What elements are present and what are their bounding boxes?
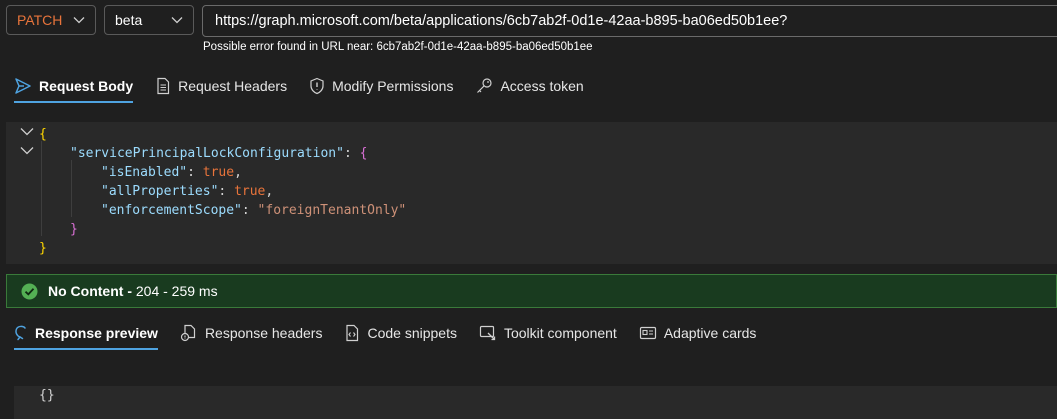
version-value: beta bbox=[115, 12, 143, 28]
url-text: https://graph.microsoft.com/beta/applica… bbox=[215, 13, 788, 29]
code-token: "isEnabled" bbox=[101, 165, 188, 180]
code-token: : bbox=[241, 203, 258, 218]
code-token: : bbox=[187, 165, 203, 180]
tab-label: Request Body bbox=[39, 78, 134, 94]
code-token: "allProperties" bbox=[101, 184, 219, 199]
tab-label: Access token bbox=[500, 78, 584, 94]
indent-guide bbox=[71, 160, 72, 217]
code-line: "isEnabled": true, bbox=[101, 163, 242, 182]
preview-icon bbox=[15, 325, 26, 341]
tab-label: Modify Permissions bbox=[332, 78, 454, 94]
method-value: PATCH bbox=[17, 12, 63, 28]
tab-adaptive-cards[interactable]: Adaptive cards bbox=[631, 313, 765, 353]
code-token: } bbox=[39, 241, 47, 256]
code-icon bbox=[346, 324, 359, 342]
success-check-icon bbox=[21, 283, 38, 300]
code-token: , bbox=[234, 165, 242, 180]
fold-chevron-icon[interactable] bbox=[20, 146, 34, 155]
card-icon bbox=[639, 326, 656, 340]
headers-icon bbox=[180, 324, 196, 342]
send-icon bbox=[15, 78, 31, 94]
tab-response-headers[interactable]: Response headers bbox=[172, 313, 331, 353]
status-detail: 204 - 259 ms bbox=[135, 283, 218, 299]
toolkit-icon bbox=[479, 325, 496, 341]
chevron-down-icon bbox=[73, 16, 85, 24]
tab-label: Request Headers bbox=[178, 78, 288, 94]
tab-label: Response preview bbox=[35, 325, 158, 341]
code-line: } bbox=[70, 220, 78, 239]
chevron-down-icon bbox=[171, 16, 183, 24]
shield-icon bbox=[310, 77, 324, 95]
code-token: : bbox=[343, 146, 360, 161]
tab-label: Toolkit component bbox=[503, 325, 617, 341]
code-line: { bbox=[39, 125, 47, 144]
tab-label: Adaptive cards bbox=[663, 325, 757, 341]
code-token: "foreignTenantOnly" bbox=[257, 203, 407, 218]
request-body-editor[interactable]: {"servicePrincipalLockConfiguration": {"… bbox=[6, 122, 1057, 264]
code-token: { bbox=[39, 127, 47, 142]
url-error-message: Possible error found in URL near: 6cb7ab… bbox=[203, 41, 593, 53]
code-token: "servicePrincipalLockConfiguration" bbox=[70, 146, 344, 161]
version-dropdown[interactable]: beta bbox=[104, 5, 194, 35]
indent-guide bbox=[41, 141, 42, 236]
code-token: true bbox=[234, 184, 266, 199]
tab-response-preview[interactable]: Response preview bbox=[6, 313, 166, 353]
code-token: { bbox=[359, 146, 368, 161]
tab-access-token[interactable]: Access token bbox=[467, 66, 591, 106]
tab-toolkit-component[interactable]: Toolkit component bbox=[471, 313, 625, 353]
code-line: "allProperties": true, bbox=[101, 182, 273, 201]
tab-label: Response headers bbox=[204, 325, 323, 341]
code-token: "enforcementScope" bbox=[101, 203, 242, 218]
tab-request-body[interactable]: Request Body bbox=[6, 66, 141, 106]
code-token: , bbox=[265, 184, 274, 199]
code-line: } bbox=[39, 239, 47, 258]
method-dropdown[interactable]: PATCH bbox=[6, 5, 96, 35]
request-bar: PATCH beta https://graph.microsoft.com/b… bbox=[0, 0, 1057, 60]
code-token: true bbox=[202, 165, 235, 180]
tab-modify-permissions[interactable]: Modify Permissions bbox=[301, 66, 461, 106]
code-token: } bbox=[70, 222, 78, 237]
response-preview: {} bbox=[14, 386, 1057, 419]
request-tabs: Request Body Request Headers Modify Perm… bbox=[0, 66, 1057, 106]
fold-chevron-icon[interactable] bbox=[20, 127, 34, 136]
document-icon bbox=[157, 77, 170, 95]
tab-code-snippets[interactable]: Code snippets bbox=[336, 313, 465, 353]
status-title: No Content - bbox=[48, 283, 132, 299]
tab-label: Code snippets bbox=[367, 325, 457, 341]
key-icon bbox=[477, 78, 493, 93]
code-line: "servicePrincipalLockConfiguration": { bbox=[70, 144, 367, 163]
response-body: {} bbox=[39, 388, 55, 403]
status-banner: No Content - 204 - 259 ms bbox=[6, 274, 1057, 308]
response-tabs: Response preview Response headers Code s… bbox=[0, 313, 1057, 353]
url-input[interactable]: https://graph.microsoft.com/beta/applica… bbox=[202, 5, 1057, 37]
tab-request-headers[interactable]: Request Headers bbox=[147, 66, 295, 106]
code-line: "enforcementScope": "foreignTenantOnly" bbox=[101, 201, 406, 220]
code-token: : bbox=[218, 184, 235, 199]
